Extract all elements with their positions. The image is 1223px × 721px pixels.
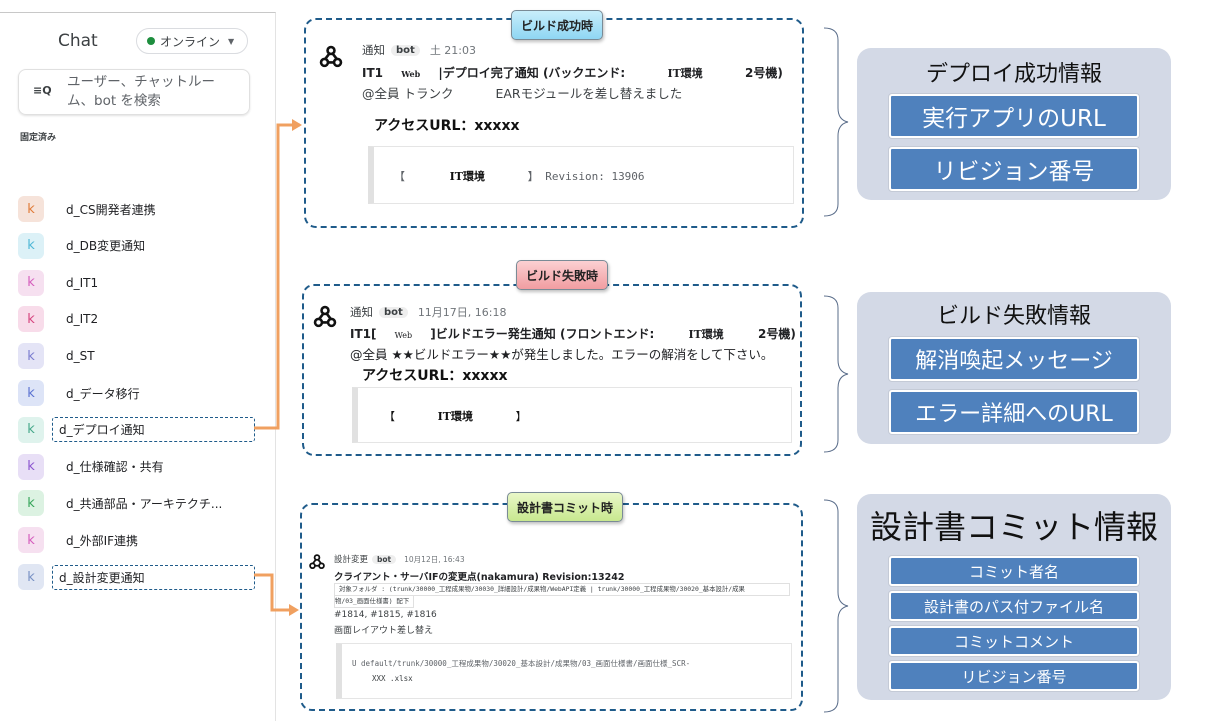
- message-meta: 通知 bot 11月17日, 16:18: [350, 304, 507, 320]
- info-item: 実行アプリのURL: [889, 94, 1139, 138]
- access-url: アクセスURL：xxxxx: [374, 118, 520, 134]
- info-box-build-failure: ビルド失敗情報 解消喚起メッセージ エラー詳細へのURL: [857, 292, 1171, 444]
- sender-name: 通知: [362, 43, 385, 57]
- webhook-icon: [309, 554, 325, 570]
- info-item: リビジョン番号: [889, 661, 1139, 691]
- changed-file-name: XXX .xlsx: [372, 674, 413, 683]
- info-item: リビジョン番号: [889, 147, 1139, 191]
- message-meta: 設計変更 bot 10月12日, 16:43: [334, 553, 465, 565]
- mention-text: @全員 トランク: [362, 86, 454, 101]
- body-text: EARモジュールを差し替えました: [495, 86, 683, 101]
- callout-design-commit: 設計書コミット時: [507, 492, 623, 522]
- arrow-deploy-to-success: [254, 123, 300, 430]
- code-env: IT環境: [437, 410, 473, 423]
- info-item: 解消喚起メッセージ: [889, 337, 1139, 381]
- info-box-deploy-success: デプロイ成功情報 実行アプリのURL リビジョン番号: [857, 48, 1171, 200]
- bot-badge: bot: [379, 306, 408, 318]
- machine-tag: 2号機): [744, 66, 783, 80]
- info-title: 設計書コミット情報: [869, 508, 1158, 546]
- machine-tag: 2号機): [757, 327, 796, 341]
- info-item: コミット者名: [889, 556, 1139, 586]
- panel-design-commit: 設計変更 bot 10月12日, 16:43 クライアント・サーバIFの変更点(…: [300, 503, 803, 711]
- revision-line: 【 IT環境 】 Revision: 13906: [394, 168, 645, 184]
- web-tag: Web: [401, 69, 421, 79]
- web-tag: Web: [394, 331, 413, 340]
- ticket-numbers: #1814, #1815, #1816: [334, 610, 437, 620]
- message-meta: 通知 bot 土 21:03: [362, 42, 476, 58]
- code-block: 【 IT環境 】 Revision: 13906: [368, 146, 794, 204]
- webhook-icon: [313, 305, 337, 328]
- info-item: エラー詳細へのURL: [889, 390, 1139, 434]
- info-box-design-commit: 設計書コミット情報 コミット者名 設計書のパス付ファイル名 コミットコメント リ…: [857, 494, 1171, 700]
- bracket-open: 【: [394, 170, 405, 183]
- sender-name: 通知: [350, 305, 373, 319]
- webhook-icon: [319, 45, 343, 68]
- message-time: 土 21:03: [429, 44, 477, 57]
- panel-build-success: 通知 bot 土 21:03 IT1 Web |デプロイ完了通知 (バックエンド…: [304, 18, 804, 228]
- message-title: IT1 Web |デプロイ完了通知 (バックエンド: IT環境 2号機): [362, 64, 783, 81]
- brace-success: [823, 27, 849, 217]
- title-prefix: IT1: [362, 66, 383, 80]
- folder-line-1: 対象フォルダ : (trunk/30000_工程成果物/30030_詳細設計/成…: [334, 583, 790, 596]
- bracket-open: 【: [384, 410, 395, 423]
- message-title: IT1[ Web ]ビルドエラー発生通知 (フロントエンド: IT環境 2号機): [350, 325, 796, 342]
- arrowhead-commit: [289, 604, 299, 616]
- info-item: コミットコメント: [889, 626, 1139, 656]
- arrow-design-to-commit: [254, 573, 292, 612]
- brace-commit: [823, 499, 849, 713]
- message-body: @全員 トランク EARモジュールを差し替えました: [362, 83, 682, 102]
- code-block: 【 IT環境 】: [352, 387, 792, 443]
- callout-build-success: ビルド成功時: [511, 10, 603, 40]
- bot-badge: bot: [372, 554, 397, 564]
- arrowhead-success: [292, 119, 302, 131]
- bracket-close: 】: [515, 410, 527, 423]
- title-main: |デプロイ完了通知 (バックエンド:: [438, 66, 626, 80]
- env-tag: IT環境: [667, 67, 703, 80]
- code-block: U default/trunk/30000_工程成果物/30020_基本設計/成…: [336, 643, 792, 699]
- commit-comment: 画面レイアウト差し替え: [334, 626, 434, 636]
- target-folder: 対象フォルダ : (trunk/30000_工程成果物/30030_詳細設計/成…: [334, 583, 790, 608]
- title-main: ]ビルドエラー発生通知 (フロントエンド:: [430, 327, 655, 341]
- info-title: デプロイ成功情報: [925, 62, 1102, 87]
- title-prefix: IT1[: [350, 327, 377, 341]
- folder-line-2: 物/03_画面仕様書) 配下: [334, 596, 415, 608]
- brace-failure: [823, 295, 849, 453]
- changed-file-path: U default/trunk/30000_工程成果物/30020_基本設計/成…: [352, 659, 691, 668]
- info-item: 設計書のパス付ファイル名: [889, 591, 1139, 621]
- panel-build-failure: 通知 bot 11月17日, 16:18 IT1[ Web ]ビルドエラー発生通…: [302, 284, 802, 456]
- access-url: アクセスURL：xxxxx: [362, 368, 508, 384]
- message-title: クライアント・サーバIFの変更点(nakamura) Revision:1324…: [334, 572, 625, 583]
- code-env: IT環境: [449, 170, 485, 183]
- message-body: @全員 ★★ビルドエラー★★が発生しました。エラーの解消をして下さい。: [350, 347, 774, 362]
- message-time: 11月17日, 16:18: [417, 306, 507, 319]
- callout-build-failure: ビルド失敗時: [516, 260, 608, 290]
- env-tag: IT環境: [688, 328, 724, 341]
- revision-text: 】 Revision: 13906: [527, 170, 645, 183]
- info-title: ビルド失敗情報: [936, 304, 1091, 329]
- env-line: 【 IT環境 】: [384, 408, 527, 424]
- bot-badge: bot: [391, 44, 420, 56]
- message-time: 10月12日, 16:43: [404, 554, 465, 564]
- sender-name: 設計変更: [334, 555, 369, 565]
